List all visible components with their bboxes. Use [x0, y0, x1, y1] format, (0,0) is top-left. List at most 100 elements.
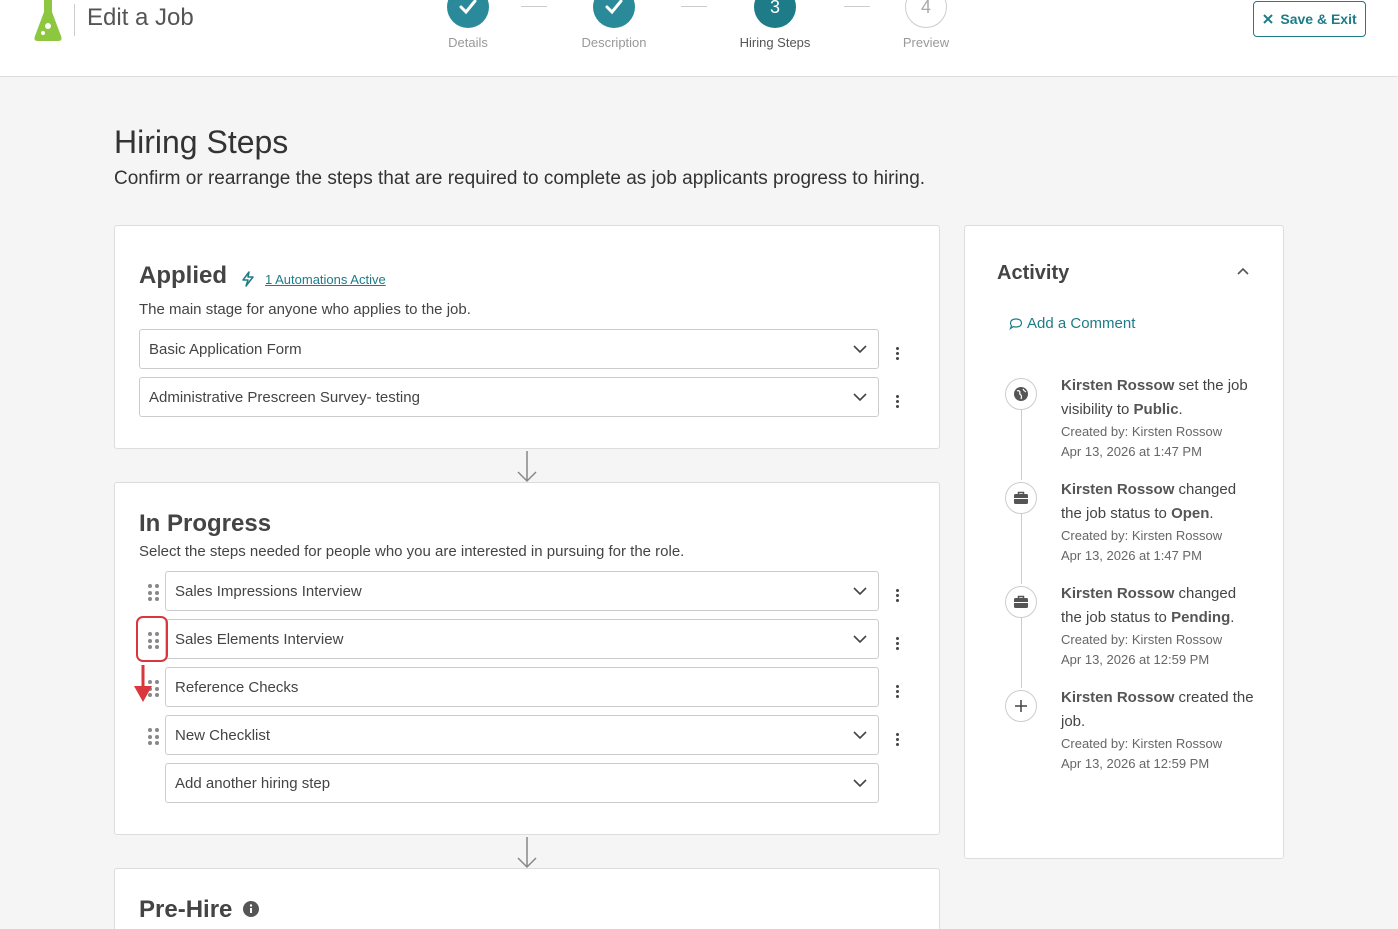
arrow-down-icon: [517, 837, 537, 869]
select-value: Reference Checks: [175, 678, 299, 696]
select-value: New Checklist: [175, 726, 271, 744]
select-value: Sales Impressions Interview: [175, 582, 362, 600]
add-hiring-step-select[interactable]: Add another hiring step: [165, 763, 879, 803]
hiring-step-select[interactable]: Administrative Prescreen Survey- testing: [139, 377, 879, 417]
chevron-down-icon: [853, 731, 867, 740]
stage-title: Pre-Hire: [139, 896, 233, 923]
activity-value: Pending: [1171, 609, 1231, 626]
step-number: 3: [754, 0, 796, 28]
timeline-line: [1021, 618, 1022, 688]
activity-created-by: Created by: Kirsten Rossow: [1061, 736, 1223, 751]
more-options-icon[interactable]: [892, 681, 902, 701]
step-preview[interactable]: 4 Preview: [876, 0, 976, 50]
chevron-down-icon: [853, 587, 867, 596]
activity-actor: Kirsten Rossow: [1061, 585, 1175, 602]
activity-panel: Activity Add a Comment Kirsten Rossow se…: [964, 225, 1284, 859]
activity-value: Open: [1171, 505, 1210, 522]
page-subtitle: Confirm or rearrange the steps that are …: [114, 168, 926, 189]
select-value: Sales Elements Interview: [175, 630, 344, 648]
chevron-down-icon: [853, 393, 867, 402]
add-comment-label: Add a Comment: [1027, 315, 1136, 332]
close-icon: [1263, 14, 1274, 24]
drag-handle-icon[interactable]: [148, 728, 160, 746]
select-value: Administrative Prescreen Survey- testing: [149, 388, 420, 406]
activity-title: Activity: [997, 262, 1070, 284]
select-value: Basic Application Form: [149, 340, 302, 358]
step-label: Description: [581, 35, 647, 50]
activity-actor: Kirsten Rossow: [1061, 377, 1175, 394]
activity-timestamp: Apr 13, 2026 at 1:47 PM: [1061, 444, 1202, 459]
activity-value: Public: [1133, 401, 1179, 418]
comment-icon: [1009, 317, 1023, 330]
activity-created-by: Created by: Kirsten Rossow: [1061, 632, 1223, 647]
step-description[interactable]: Description: [564, 0, 664, 50]
logo-divider: [74, 4, 75, 36]
more-options-icon[interactable]: [892, 585, 902, 605]
activity-end: .: [1178, 401, 1183, 418]
activity-end: .: [1230, 609, 1235, 626]
activity-item: Kirsten Rossow changed the job status to…: [1061, 478, 1261, 566]
step-hiring-steps[interactable]: 3 Hiring Steps: [725, 0, 825, 50]
in-progress-stage-card: In Progress Select the steps needed for …: [114, 482, 940, 835]
more-options-icon[interactable]: [892, 729, 902, 749]
activity-item: Kirsten Rossow created the job. Created …: [1061, 686, 1261, 774]
select-placeholder: Add another hiring step: [175, 774, 331, 792]
check-icon: [593, 0, 635, 28]
stage-description: Select the steps needed for people who y…: [139, 543, 685, 560]
hiring-step-select[interactable]: Basic Application Form: [139, 329, 879, 369]
chevron-down-icon: [853, 345, 867, 354]
plus-icon: [1005, 690, 1037, 722]
top-bar: Edit a Job Details Description 3 Hiring …: [0, 0, 1398, 77]
globe-icon: [1005, 378, 1037, 410]
chevron-up-icon[interactable]: [1235, 264, 1251, 280]
activity-timestamp: Apr 13, 2026 at 1:47 PM: [1061, 548, 1202, 563]
drag-handle-icon[interactable]: [148, 584, 160, 602]
page-heading: Edit a Job: [87, 4, 194, 31]
info-icon[interactable]: [243, 901, 259, 917]
timeline-line: [1021, 410, 1022, 480]
step-connector: [844, 6, 870, 7]
step-label: Details: [448, 35, 488, 50]
lightning-icon: [242, 271, 254, 287]
activity-timestamp: Apr 13, 2026 at 12:59 PM: [1061, 756, 1210, 771]
flask-logo-icon: [34, 0, 62, 41]
hiring-step-select[interactable]: Sales Elements Interview: [165, 619, 879, 659]
activity-actor: Kirsten Rossow: [1061, 689, 1175, 706]
stage-description: The main stage for anyone who applies to…: [139, 301, 471, 318]
chevron-down-icon: [853, 635, 867, 644]
applied-stage-card: Applied 1 Automations Active The main st…: [114, 225, 940, 449]
activity-timestamp: Apr 13, 2026 at 12:59 PM: [1061, 652, 1210, 667]
step-label: Hiring Steps: [739, 35, 811, 50]
step-connector: [521, 6, 547, 7]
automations-link-label: 1 Automations Active: [265, 271, 386, 287]
hiring-step-field[interactable]: Reference Checks: [165, 667, 879, 707]
add-comment-link[interactable]: Add a Comment: [1009, 315, 1135, 332]
activity-created-by: Created by: Kirsten Rossow: [1061, 424, 1223, 439]
activity-end: .: [1209, 505, 1214, 522]
activity-item: Kirsten Rossow set the job visibility to…: [1061, 374, 1261, 462]
stage-title: Applied: [139, 262, 227, 289]
check-icon: [447, 0, 489, 28]
automations-link[interactable]: 1 Automations Active: [241, 271, 386, 287]
more-options-icon[interactable]: [892, 343, 902, 363]
arrow-down-icon: [517, 451, 537, 483]
timeline-line: [1021, 514, 1022, 584]
step-number: 4: [905, 0, 947, 28]
step-details[interactable]: Details: [418, 0, 518, 50]
activity-created-by: Created by: Kirsten Rossow: [1061, 528, 1223, 543]
more-options-icon[interactable]: [892, 633, 902, 653]
drag-handle-highlight: [136, 616, 168, 662]
save-exit-button[interactable]: Save & Exit: [1253, 1, 1366, 37]
save-exit-label: Save & Exit: [1280, 11, 1357, 27]
activity-item: Kirsten Rossow changed the job status to…: [1061, 582, 1261, 670]
hiring-step-select[interactable]: New Checklist: [165, 715, 879, 755]
briefcase-icon: [1005, 586, 1037, 618]
chevron-down-icon: [853, 779, 867, 788]
step-connector: [681, 6, 707, 7]
activity-actor: Kirsten Rossow: [1061, 481, 1175, 498]
step-label: Preview: [902, 35, 950, 50]
more-options-icon[interactable]: [892, 391, 902, 411]
hiring-step-select[interactable]: Sales Impressions Interview: [165, 571, 879, 611]
briefcase-icon: [1005, 482, 1037, 514]
pre-hire-stage-card: Pre-Hire: [114, 868, 940, 929]
